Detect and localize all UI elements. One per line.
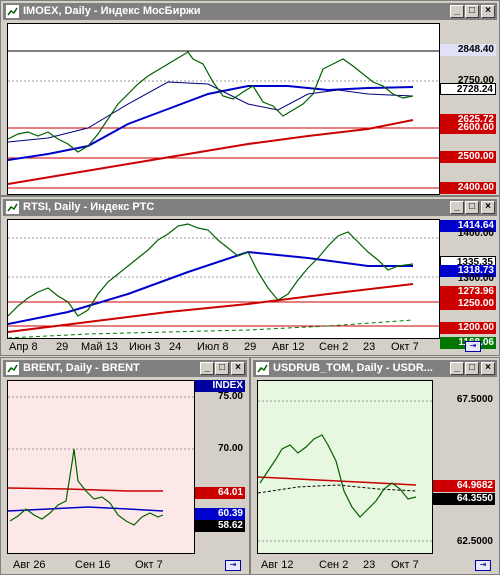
date-label: Май 13 bbox=[81, 341, 118, 353]
price-label-current: 58.62 bbox=[195, 520, 245, 532]
date-label: 23 bbox=[363, 341, 376, 353]
usdrub-window[interactable]: USDRUB_TOM, Daily - USDR... _ □ × 67.500… bbox=[250, 357, 500, 575]
close-button[interactable]: × bbox=[481, 201, 495, 214]
price-label-60: 60.39 bbox=[195, 508, 245, 520]
price-label-62-5: 62.5000 bbox=[456, 536, 493, 547]
date-label: Окт 7 bbox=[135, 559, 163, 571]
price-label-64-96: 64.9682 bbox=[433, 480, 495, 492]
price-label-1200: 1200.00 bbox=[440, 322, 496, 334]
rtsi-plot[interactable] bbox=[7, 219, 440, 339]
date-label: Июл 8 bbox=[197, 341, 229, 353]
price-label-64: 64.01 bbox=[195, 487, 245, 499]
rtsi-titlebar[interactable]: RTSI, Daily - Индекс РТС _ □ × bbox=[3, 199, 497, 216]
maximize-button[interactable]: □ bbox=[465, 201, 479, 214]
imoex-window[interactable]: IMOEX, Daily - Индекс МосБиржи _ □ × 284… bbox=[0, 0, 500, 196]
maximize-button[interactable]: □ bbox=[465, 362, 479, 375]
minimize-button[interactable]: _ bbox=[450, 362, 464, 375]
price-label-1300: 1300.00 bbox=[457, 273, 494, 284]
chart-icon bbox=[256, 362, 269, 375]
price-label-1400: 1400.00 bbox=[457, 228, 494, 239]
date-label: Окт 7 bbox=[391, 559, 419, 571]
imoex-plot[interactable] bbox=[7, 23, 440, 195]
chart-icon bbox=[6, 201, 19, 214]
price-label-2400: 2400.00 bbox=[440, 182, 496, 194]
date-label: 23 bbox=[363, 559, 376, 571]
date-label: 29 bbox=[56, 341, 69, 353]
maximize-button[interactable]: □ bbox=[215, 362, 229, 375]
usdrub-titlebar[interactable]: USDRUB_TOM, Daily - USDR... _ □ × bbox=[253, 360, 497, 377]
price-label-70: 70.00 bbox=[217, 443, 243, 454]
date-label: Окт 7 bbox=[391, 341, 419, 353]
usdrub-chart bbox=[258, 400, 432, 542]
brent-window[interactable]: BRENT, Daily - BRENT _ □ × INDEX 75.00 7… bbox=[0, 357, 250, 575]
date-label: Авг 26 bbox=[13, 559, 46, 571]
date-label: Сен 2 bbox=[319, 559, 349, 571]
price-label-1250: 1250.00 bbox=[440, 298, 496, 310]
brent-title: BRENT, Daily - BRENT bbox=[23, 362, 140, 374]
date-label: Июн 3 bbox=[129, 341, 161, 353]
minimize-button[interactable]: _ bbox=[200, 362, 214, 375]
price-label-2600: 2600.00 bbox=[440, 122, 496, 134]
chart-icon bbox=[6, 362, 19, 375]
close-button[interactable]: × bbox=[231, 362, 245, 375]
brent-plot[interactable] bbox=[7, 380, 195, 554]
maximize-button[interactable]: □ bbox=[465, 5, 479, 18]
brent-titlebar[interactable]: BRENT, Daily - BRENT _ □ × bbox=[3, 360, 247, 377]
date-label: Авг 12 bbox=[272, 341, 305, 353]
price-label-1273: 1273.96 bbox=[440, 286, 496, 298]
price-label-75: 75.00 bbox=[217, 391, 243, 402]
brent-chart bbox=[8, 396, 194, 526]
date-label: Авг 12 bbox=[261, 559, 294, 571]
rtsi-window[interactable]: RTSI, Daily - Индекс РТС _ □ × 1414.64 1… bbox=[0, 196, 500, 356]
chart-icon bbox=[6, 5, 19, 18]
rtsi-chart bbox=[8, 223, 439, 338]
imoex-title: IMOEX, Daily - Индекс МосБиржи bbox=[23, 5, 201, 17]
date-label: Апр 8 bbox=[9, 341, 38, 353]
rtsi-title: RTSI, Daily - Индекс РТС bbox=[23, 201, 155, 213]
imoex-chart bbox=[8, 50, 439, 189]
minimize-button[interactable]: _ bbox=[450, 201, 464, 214]
date-label: Сен 16 bbox=[75, 559, 111, 571]
minimize-button[interactable]: _ bbox=[450, 5, 464, 18]
price-label-67-5: 67.5000 bbox=[456, 394, 493, 405]
date-label: 24 bbox=[169, 341, 182, 353]
scroll-to-end-button[interactable]: ⇥ bbox=[475, 560, 491, 571]
close-button[interactable]: × bbox=[481, 362, 495, 375]
close-button[interactable]: × bbox=[481, 5, 495, 18]
imoex-titlebar[interactable]: IMOEX, Daily - Индекс МосБиржи _ □ × bbox=[3, 3, 497, 20]
price-label-2500: 2500.00 bbox=[440, 151, 496, 163]
scroll-to-end-button[interactable]: ⇥ bbox=[465, 341, 481, 352]
usdrub-plot[interactable] bbox=[257, 380, 433, 554]
usdrub-title: USDRUB_TOM, Daily - USDR... bbox=[273, 362, 433, 374]
scroll-to-end-button[interactable]: ⇥ bbox=[225, 560, 241, 571]
price-label-2848: 2848.40 bbox=[440, 44, 496, 56]
price-label-current: 2728.24 bbox=[440, 83, 496, 95]
date-label: Сен 2 bbox=[319, 341, 349, 353]
price-label-current: 64.3550 bbox=[433, 493, 495, 505]
date-label: 29 bbox=[244, 341, 257, 353]
